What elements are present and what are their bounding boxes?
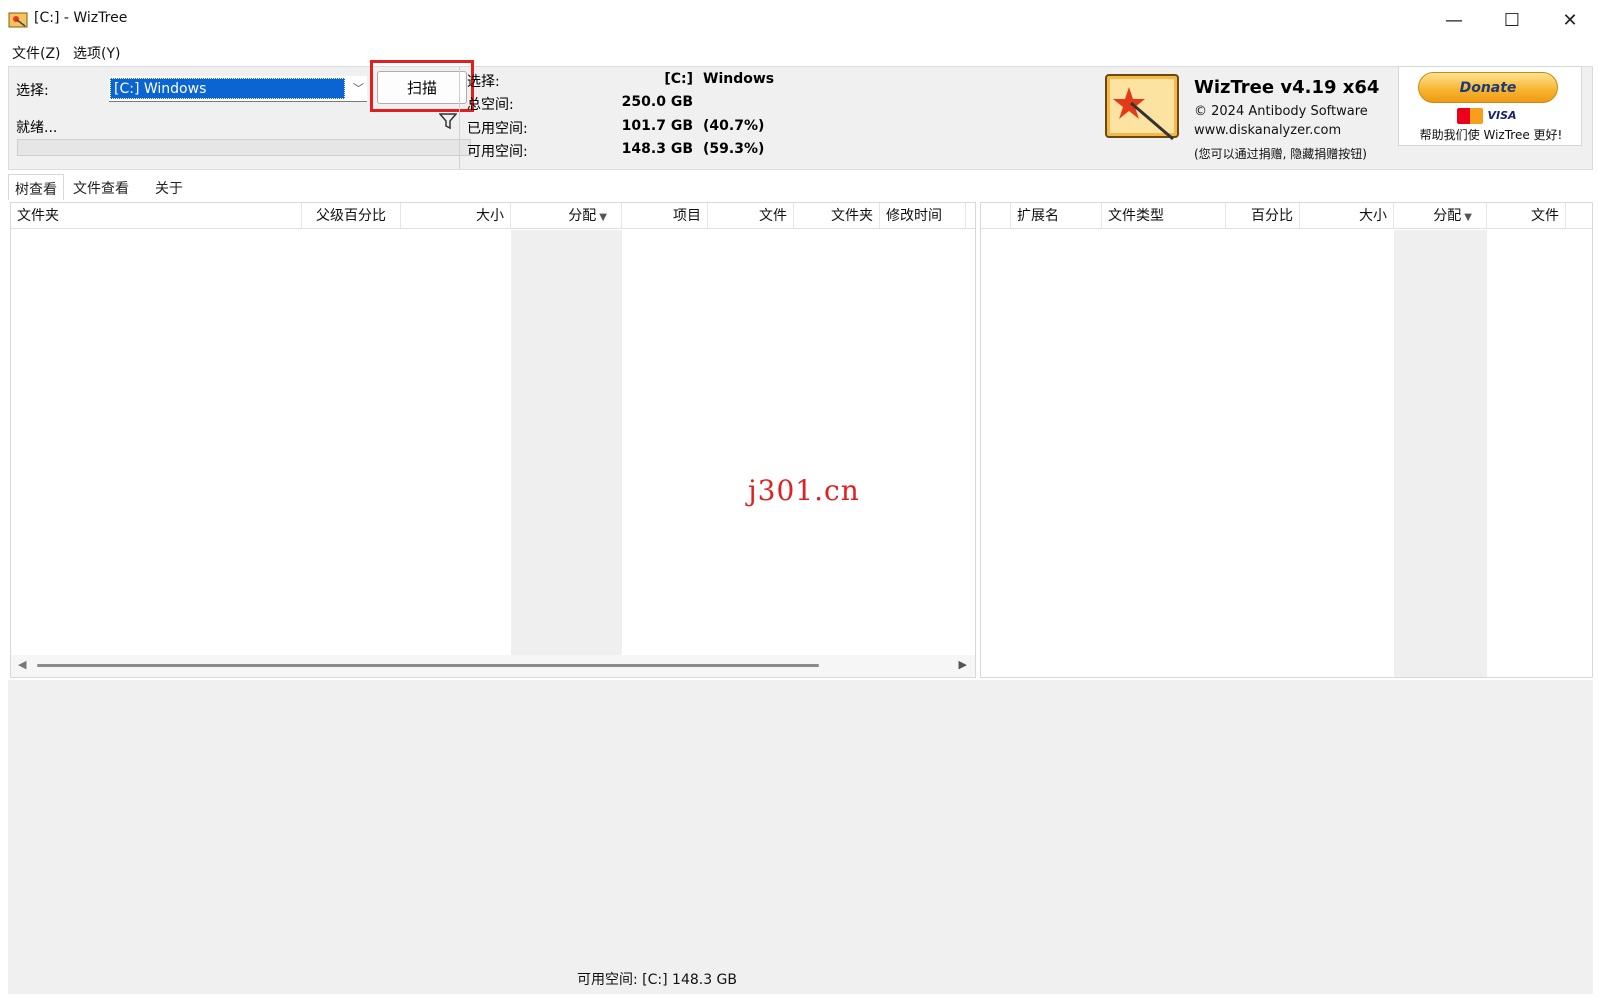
col-allocated-label: 分配 xyxy=(568,208,597,224)
col-percent[interactable]: 百分比 xyxy=(1226,203,1300,229)
col-files[interactable]: 文件 xyxy=(708,203,794,229)
drive-select-value: [C:] Windows xyxy=(110,78,345,99)
sort-down-icon: ▼ xyxy=(1464,212,1472,223)
extension-column-header: 扩展名 文件类型 百分比 大小 分配 ▼ 文件 xyxy=(981,203,1592,229)
scroll-left-icon[interactable]: ◀ xyxy=(18,658,26,671)
tab-tree-view[interactable]: 树查看 xyxy=(8,174,64,200)
select-label: 选择: xyxy=(16,83,49,99)
col-items[interactable]: 项目 xyxy=(622,203,708,229)
info-select-label: 选择: xyxy=(467,74,500,90)
horizontal-scrollbar[interactable]: ◀ ▶ xyxy=(11,655,975,677)
total-space-value: 250.0 GB xyxy=(621,94,693,110)
copyright-text: © 2024 Antibody Software xyxy=(1194,104,1368,119)
col-size[interactable]: 大小 xyxy=(401,203,511,229)
filter-icon[interactable] xyxy=(439,112,457,130)
free-space-value: 148.3 GB xyxy=(621,141,693,157)
col-folder[interactable]: 文件夹 xyxy=(11,203,302,229)
allocated-column-shade xyxy=(511,230,622,655)
product-title: WizTree v4.19 x64 xyxy=(1194,77,1380,98)
tab-file-view[interactable]: 文件查看 xyxy=(67,174,135,200)
used-space-percent: (40.7%) xyxy=(703,118,765,134)
donate-text: 帮助我们使 WizTree 更好! xyxy=(1419,128,1563,142)
col-allocated-label: 分配 xyxy=(1433,208,1462,224)
donate-panel: Donate VISA 帮助我们使 WizTree 更好! xyxy=(1398,66,1582,146)
col-size[interactable]: 大小 xyxy=(1300,203,1394,229)
tree-view-pane[interactable]: 文件夹 父级百分比 大小 分配 ▼ 项目 文件 文件夹 修改时间 ◀ ▶ xyxy=(10,202,976,678)
info-drive: [C:] xyxy=(664,71,693,87)
col-folders[interactable]: 文件夹 xyxy=(794,203,880,229)
info-drive-name: Windows xyxy=(703,71,775,87)
top-panel: 选择: [C:] Windows ﹀ 扫描 就绪... 选择: [C:] Win… xyxy=(8,60,1593,170)
col-allocated[interactable]: 分配 ▼ xyxy=(511,203,622,229)
menu-options[interactable]: 选项(Y) xyxy=(73,43,120,63)
used-space-value: 101.7 GB xyxy=(621,118,693,134)
scrollbar-thumb[interactable] xyxy=(37,664,819,667)
chevron-down-icon[interactable]: ﹀ xyxy=(353,80,364,96)
allocated-column-shade xyxy=(1394,230,1487,677)
col-files[interactable]: 文件 xyxy=(1487,203,1566,229)
scan-button[interactable]: 扫描 xyxy=(377,71,467,104)
free-space-percent: (59.3%) xyxy=(703,141,765,157)
window-title: [C:] - WizTree xyxy=(34,10,128,26)
divider xyxy=(459,67,460,169)
treemap-area[interactable]: 可用空间: [C:] 148.3 GB xyxy=(8,680,1593,994)
close-button[interactable]: ✕ xyxy=(1541,0,1599,40)
status-ready-label: 就绪... xyxy=(16,120,58,136)
maximize-button[interactable]: ☐ xyxy=(1483,0,1541,40)
donate-hint-text: (您可以通过捐赠, 隐藏捐赠按钮) xyxy=(1194,147,1367,161)
drive-select[interactable]: [C:] Windows ﹀ xyxy=(109,76,367,102)
watermark-text: j301.cn xyxy=(748,474,860,507)
col-file-type[interactable]: 文件类型 xyxy=(1102,203,1226,229)
scroll-right-icon[interactable]: ▶ xyxy=(959,658,967,671)
wiztree-logo-icon xyxy=(1105,74,1179,141)
col-parent-percent[interactable]: 父级百分比 xyxy=(302,203,401,229)
col-modified[interactable]: 修改时间 xyxy=(880,203,966,229)
tree-column-header: 文件夹 父级百分比 大小 分配 ▼ 项目 文件 文件夹 修改时间 xyxy=(11,203,975,229)
title-bar: [C:] - WizTree — ☐ ✕ xyxy=(0,0,1599,40)
wiztree-app-icon xyxy=(8,12,28,28)
col-icon[interactable] xyxy=(981,203,1011,229)
donate-button[interactable]: Donate xyxy=(1418,72,1558,103)
minimize-button[interactable]: — xyxy=(1425,0,1483,40)
menu-bar: 文件(Z) 选项(Y) xyxy=(0,40,1599,65)
col-extension[interactable]: 扩展名 xyxy=(1011,203,1102,229)
tab-about[interactable]: 关于 xyxy=(149,174,189,200)
extension-pane[interactable]: 扩展名 文件类型 百分比 大小 分配 ▼ 文件 xyxy=(980,202,1593,678)
mastercard-icon xyxy=(1457,108,1483,124)
status-free-space: 可用空间: [C:] 148.3 GB xyxy=(577,972,738,988)
website-link[interactable]: www.diskanalyzer.com xyxy=(1194,123,1341,138)
menu-file[interactable]: 文件(Z) xyxy=(12,43,61,63)
total-space-label: 总空间: xyxy=(467,97,514,113)
visa-icon: VISA xyxy=(1487,109,1517,122)
used-space-label: 已用空间: xyxy=(467,121,528,137)
sort-down-icon: ▼ xyxy=(599,212,607,223)
view-tabs: 树查看 文件查看 关于 xyxy=(8,172,1593,200)
col-allocated[interactable]: 分配 ▼ xyxy=(1394,203,1487,229)
scan-progress-bar xyxy=(17,139,471,156)
free-space-label: 可用空间: xyxy=(467,144,528,160)
